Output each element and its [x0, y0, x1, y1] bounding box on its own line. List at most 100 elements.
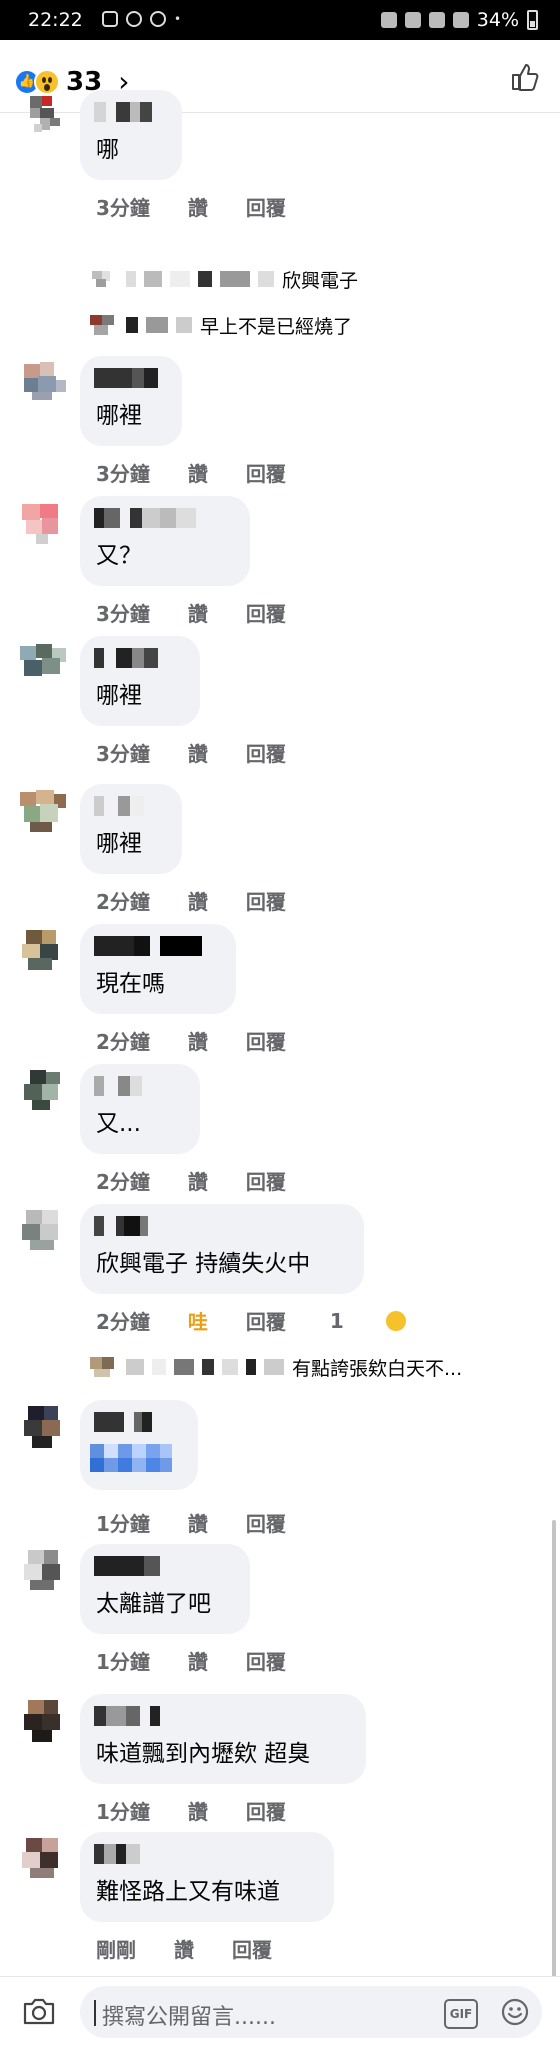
- reply-text: 有點誇張欸白天不...: [292, 1357, 463, 1380]
- comment-timestamp: 1分鐘: [96, 1512, 150, 1536]
- wifi-icon: [428, 12, 445, 28]
- commenter-name-blurred: [94, 1556, 160, 1576]
- battery-percent: 34%: [476, 9, 519, 31]
- like-link[interactable]: 讚: [188, 738, 208, 767]
- more-notifications-icon: •: [174, 12, 182, 26]
- like-link[interactable]: 讚: [188, 1166, 208, 1195]
- comment-bubble[interactable]: 太離譜了吧: [80, 1544, 250, 1634]
- like-link[interactable]: 讚: [188, 1646, 208, 1675]
- comment-bubble[interactable]: 哪: [80, 90, 182, 180]
- like-link[interactable]: 讚: [188, 458, 208, 487]
- text-cursor: [94, 2000, 96, 2026]
- emoji-icon[interactable]: [500, 1997, 530, 2027]
- reply-link[interactable]: 回覆: [246, 1796, 286, 1825]
- comment-text: 哪裡: [96, 403, 142, 429]
- commenter-name-blurred: [94, 648, 158, 668]
- avatar[interactable]: [16, 1832, 70, 1886]
- avatar[interactable]: [16, 924, 70, 978]
- comment-bubble[interactable]: 哪裡: [80, 356, 182, 446]
- reply-link[interactable]: 回覆: [246, 1646, 286, 1675]
- avatar: [90, 1357, 114, 1377]
- comment-text: 難怪路上又有味道: [96, 1879, 280, 1905]
- comment-bubble[interactable]: 難怪路上又有味道: [80, 1832, 334, 1922]
- reply-link[interactable]: 回覆: [246, 1508, 286, 1537]
- like-button-icon[interactable]: [510, 62, 540, 92]
- avatar[interactable]: [16, 356, 70, 410]
- reply-link[interactable]: 回覆: [232, 1934, 272, 1963]
- reply-link[interactable]: 回覆: [246, 1166, 286, 1195]
- avatar[interactable]: [16, 1694, 70, 1748]
- facebook-notification-icon: [126, 11, 142, 27]
- reply-preview[interactable]: 早上不是已經燒了: [88, 310, 352, 340]
- comment-input[interactable]: 撰寫公開留言...... GIF: [80, 1986, 542, 2038]
- comment-timestamp: 2分鐘: [96, 890, 150, 914]
- like-link[interactable]: 讚: [188, 1508, 208, 1537]
- avatar: [92, 271, 110, 287]
- comment-text: 味道飄到內壢欸 超臭: [96, 1741, 311, 1767]
- like-link[interactable]: 讚: [174, 1934, 194, 1963]
- avatar[interactable]: [16, 1064, 70, 1118]
- avatar: [90, 315, 114, 335]
- comment-timestamp: 3分鐘: [96, 196, 150, 220]
- comment-bubble[interactable]: 味道飄到內壢欸 超臭: [80, 1694, 366, 1784]
- avatar[interactable]: [16, 636, 70, 690]
- reply-text: 欣興電子: [282, 269, 359, 292]
- comment-timestamp: 剛剛: [96, 1938, 136, 1962]
- commenter-name-blurred: [94, 1412, 152, 1432]
- comment-input-placeholder: 撰寫公開留言......: [102, 2005, 276, 2030]
- comment-reaction-count[interactable]: 1: [330, 1306, 444, 1335]
- like-link[interactable]: 讚: [188, 1796, 208, 1825]
- like-link[interactable]: 讚: [188, 886, 208, 915]
- reply-preview[interactable]: 欣興電子: [88, 264, 358, 294]
- comment-text: 又？: [96, 543, 142, 569]
- wow-reaction-icon: [385, 1310, 406, 1331]
- avatar[interactable]: [16, 496, 70, 550]
- attached-image[interactable]: [90, 1444, 172, 1474]
- comment-composer: 撰寫公開留言...... GIF: [0, 1976, 560, 2049]
- comment-timestamp: 2分鐘: [96, 1310, 150, 1334]
- status-bar: 22:22 • 34%: [0, 0, 560, 40]
- comment-text: 哪裡: [96, 831, 142, 857]
- avatar[interactable]: [16, 1544, 70, 1598]
- comment-timestamp: 2分鐘: [96, 1170, 150, 1194]
- comment-bubble[interactable]: 現在嗎: [80, 924, 236, 1014]
- commenter-name-blurred: [94, 1706, 160, 1726]
- avatar[interactable]: [16, 90, 70, 144]
- comment-timestamp: 3分鐘: [96, 602, 150, 626]
- camera-icon[interactable]: [22, 1996, 56, 2026]
- reply-link[interactable]: 回覆: [246, 458, 286, 487]
- comment-bubble[interactable]: 欣興電子 持續失火中: [80, 1204, 364, 1294]
- status-time: 22:22: [28, 9, 83, 31]
- avatar[interactable]: [16, 784, 70, 838]
- comment-bubble[interactable]: 哪裡: [80, 636, 200, 726]
- commenter-name-blurred: [94, 102, 152, 122]
- wow-reaction-link[interactable]: 哇: [188, 1306, 208, 1335]
- image-notification-icon: [102, 11, 118, 27]
- reply-link[interactable]: 回覆: [246, 1306, 286, 1335]
- comment-bubble[interactable]: 哪裡: [80, 784, 182, 874]
- reply-link[interactable]: 回覆: [246, 192, 286, 221]
- like-link[interactable]: 讚: [188, 192, 208, 221]
- comment-timestamp: 1分鐘: [96, 1650, 150, 1674]
- reply-link[interactable]: 回覆: [246, 738, 286, 767]
- reply-text: 早上不是已經燒了: [200, 315, 353, 338]
- reply-preview[interactable]: 有點誇張欸白天不...: [88, 1352, 462, 1382]
- avatar[interactable]: [16, 1400, 70, 1454]
- reply-link[interactable]: 回覆: [246, 1026, 286, 1055]
- comment-text: 欣興電子 持續失火中: [96, 1251, 311, 1277]
- scrollbar[interactable]: [552, 1520, 556, 1980]
- commenter-name-blurred: [94, 1844, 140, 1864]
- reply-link[interactable]: 回覆: [246, 886, 286, 915]
- reply-link[interactable]: 回覆: [246, 598, 286, 627]
- like-link[interactable]: 讚: [188, 1026, 208, 1055]
- comment-text: 哪: [96, 137, 119, 163]
- comment-bubble[interactable]: [80, 1400, 198, 1490]
- avatar[interactable]: [16, 1204, 70, 1258]
- comment-bubble[interactable]: 又...: [80, 1064, 200, 1154]
- messenger-notification-icon: [150, 11, 166, 27]
- comment-bubble[interactable]: 又？: [80, 496, 250, 586]
- comment-timestamp: 3分鐘: [96, 742, 150, 766]
- battery-icon: [527, 10, 538, 30]
- like-link[interactable]: 讚: [188, 598, 208, 627]
- gif-button[interactable]: GIF: [444, 1999, 478, 2029]
